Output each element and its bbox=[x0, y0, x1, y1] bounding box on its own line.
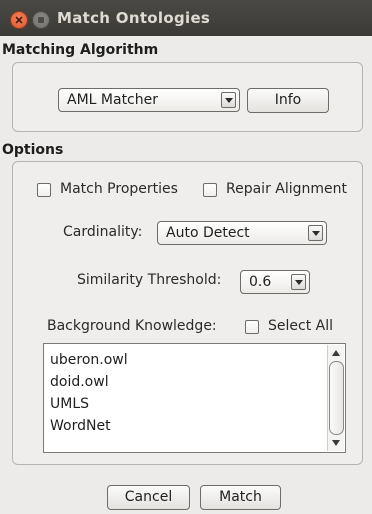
matcher-select-value: AML Matcher bbox=[67, 92, 158, 108]
chevron-down-icon[interactable] bbox=[291, 274, 306, 290]
list-item[interactable]: uberon.owl bbox=[50, 352, 128, 368]
scrollbar-thumb[interactable] bbox=[329, 361, 344, 435]
matching-algorithm-heading: Matching Algorithm bbox=[2, 42, 159, 58]
select-all-checkbox[interactable] bbox=[245, 320, 259, 334]
chevron-down-icon[interactable] bbox=[221, 92, 236, 108]
info-button[interactable]: Info bbox=[247, 88, 329, 113]
matcher-select[interactable]: AML Matcher bbox=[58, 88, 240, 112]
list-scrollbar[interactable] bbox=[327, 345, 344, 451]
window-title: Match Ontologies bbox=[57, 9, 211, 27]
chevron-down-icon[interactable] bbox=[308, 225, 323, 241]
background-knowledge-label: Background Knowledge: bbox=[47, 318, 217, 334]
cardinality-label: Cardinality: bbox=[63, 224, 143, 240]
cancel-button[interactable]: Cancel bbox=[107, 485, 190, 510]
options-heading: Options bbox=[2, 142, 64, 158]
match-button[interactable]: Match bbox=[200, 485, 281, 510]
list-item[interactable]: WordNet bbox=[50, 418, 111, 434]
background-knowledge-list[interactable]: uberon.owl doid.owl UMLS WordNet bbox=[43, 343, 346, 453]
match-properties-checkbox[interactable] bbox=[37, 183, 51, 197]
close-icon[interactable] bbox=[10, 11, 28, 29]
similarity-threshold-value: 0.6 bbox=[249, 274, 272, 290]
arrow-down-icon[interactable] bbox=[329, 437, 343, 449]
similarity-threshold-select[interactable]: 0.6 bbox=[240, 270, 310, 294]
cardinality-select-value: Auto Detect bbox=[166, 225, 250, 241]
title-bar: Match Ontologies bbox=[0, 0, 372, 36]
cardinality-select[interactable]: Auto Detect bbox=[157, 221, 327, 245]
list-item[interactable]: UMLS bbox=[50, 396, 89, 412]
list-item[interactable]: doid.owl bbox=[50, 374, 109, 390]
similarity-threshold-label: Similarity Threshold: bbox=[77, 272, 222, 288]
repair-alignment-label[interactable]: Repair Alignment bbox=[226, 181, 347, 197]
select-all-label[interactable]: Select All bbox=[268, 318, 333, 334]
minimize-icon[interactable] bbox=[32, 11, 50, 29]
arrow-up-icon[interactable] bbox=[329, 347, 343, 359]
match-properties-label[interactable]: Match Properties bbox=[60, 181, 178, 197]
repair-alignment-checkbox[interactable] bbox=[203, 183, 217, 197]
